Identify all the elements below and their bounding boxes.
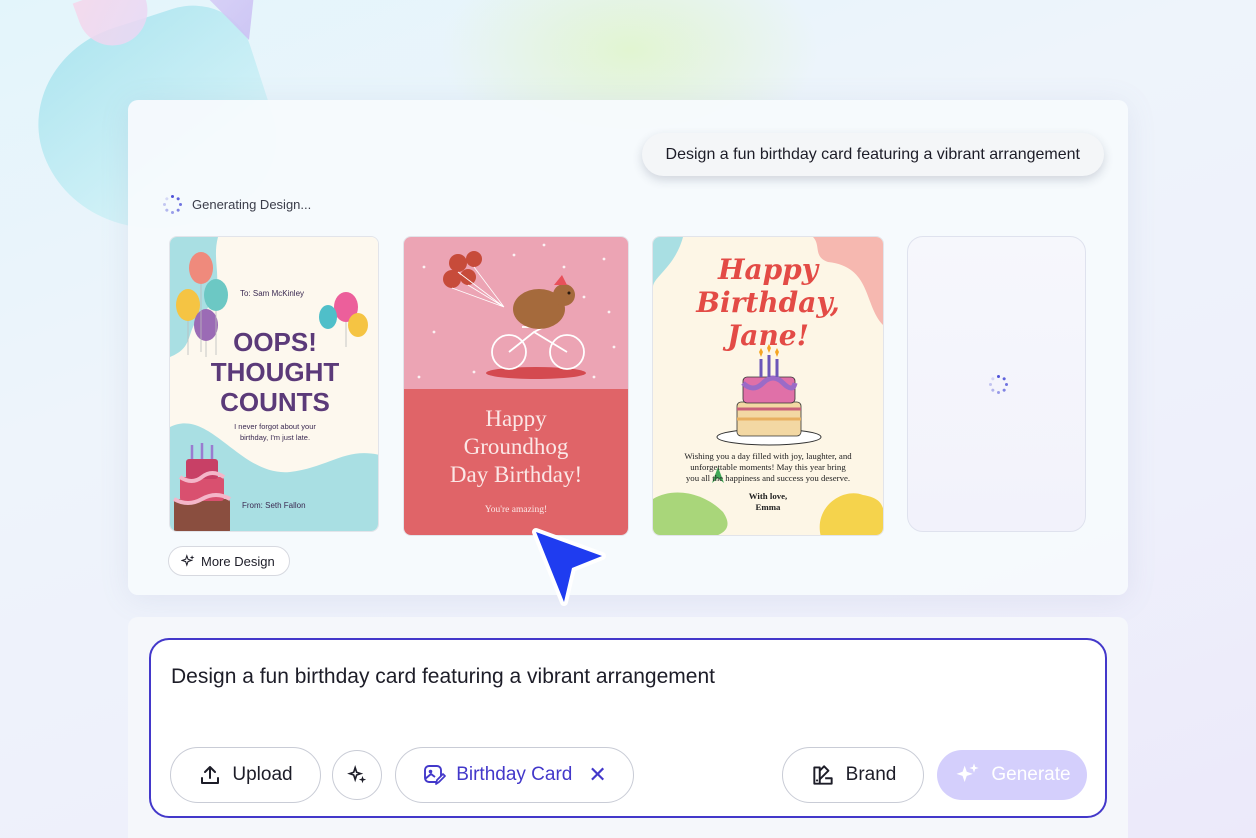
design-results-panel: Design a fun birthday card featuring a v… [128, 100, 1128, 595]
design-type-label: Birthday Card [456, 764, 573, 785]
design-card-loading [907, 236, 1086, 532]
card-1-recipient: To: Sam McKinley [240, 289, 305, 298]
upload-button[interactable]: Upload [170, 747, 321, 803]
prompt-composer-panel: Design a fun birthday card featuring a v… [128, 617, 1128, 838]
upload-label: Upload [232, 764, 293, 785]
generating-status: Generating Design... [162, 194, 311, 214]
card-2-artwork [404, 237, 628, 535]
generate-label: Generate [991, 764, 1071, 785]
card-1-headline: OOPS! THOUGHT COUNTS [210, 327, 340, 417]
cursor-arrow-icon [532, 528, 606, 606]
brand-button[interactable]: Brand [782, 747, 924, 803]
card-1-sender: From: Seth Fallon [242, 501, 306, 510]
design-type-tag: Birthday Card ✕ [395, 747, 634, 803]
magic-wand-icon [347, 764, 367, 784]
card-2-subtext: You're amazing! [484, 505, 548, 515]
magic-enhance-button[interactable] [332, 750, 382, 800]
status-text: Generating Design... [192, 196, 312, 212]
card-3-message: Wishing you a day filled with joy, laugh… [684, 451, 852, 483]
prompt-composer[interactable]: Design a fun birthday card featuring a v… [149, 638, 1107, 818]
card-3-signoff: With love, Emma [748, 491, 788, 512]
card-1-message: I never forgot about your birthday, I'm … [234, 422, 316, 442]
image-edit-icon [424, 765, 447, 785]
more-design-label: More Design [201, 553, 275, 569]
user-prompt-bubble: Design a fun birthday card featuring a v… [641, 133, 1104, 176]
more-design-button[interactable]: More Design [168, 546, 290, 576]
prompt-input[interactable]: Design a fun birthday card featuring a v… [171, 665, 715, 689]
brand-label: Brand [845, 764, 897, 785]
design-card-1[interactable]: To: Sam McKinley OOPS! THOUGHT COUNTS I … [169, 236, 379, 532]
generate-button[interactable]: Generate [937, 750, 1087, 800]
card-3-headline: Happy Birthday, Jane! [696, 253, 840, 352]
design-card-2[interactable]: Happy Groundhog Day Birthday! You're ama… [403, 236, 629, 536]
brand-icon [812, 765, 833, 785]
design-card-3[interactable]: Happy Birthday, Jane! Wishing you a day … [652, 236, 884, 536]
spinner-icon [162, 194, 182, 214]
sparkle-icon [956, 763, 980, 782]
close-icon[interactable]: ✕ [588, 762, 606, 788]
card-2-headline: Happy Groundhog Day Birthday! [449, 406, 583, 487]
sparkle-icon [181, 554, 195, 567]
upload-icon [201, 766, 220, 784]
spinner-icon [988, 374, 1008, 394]
